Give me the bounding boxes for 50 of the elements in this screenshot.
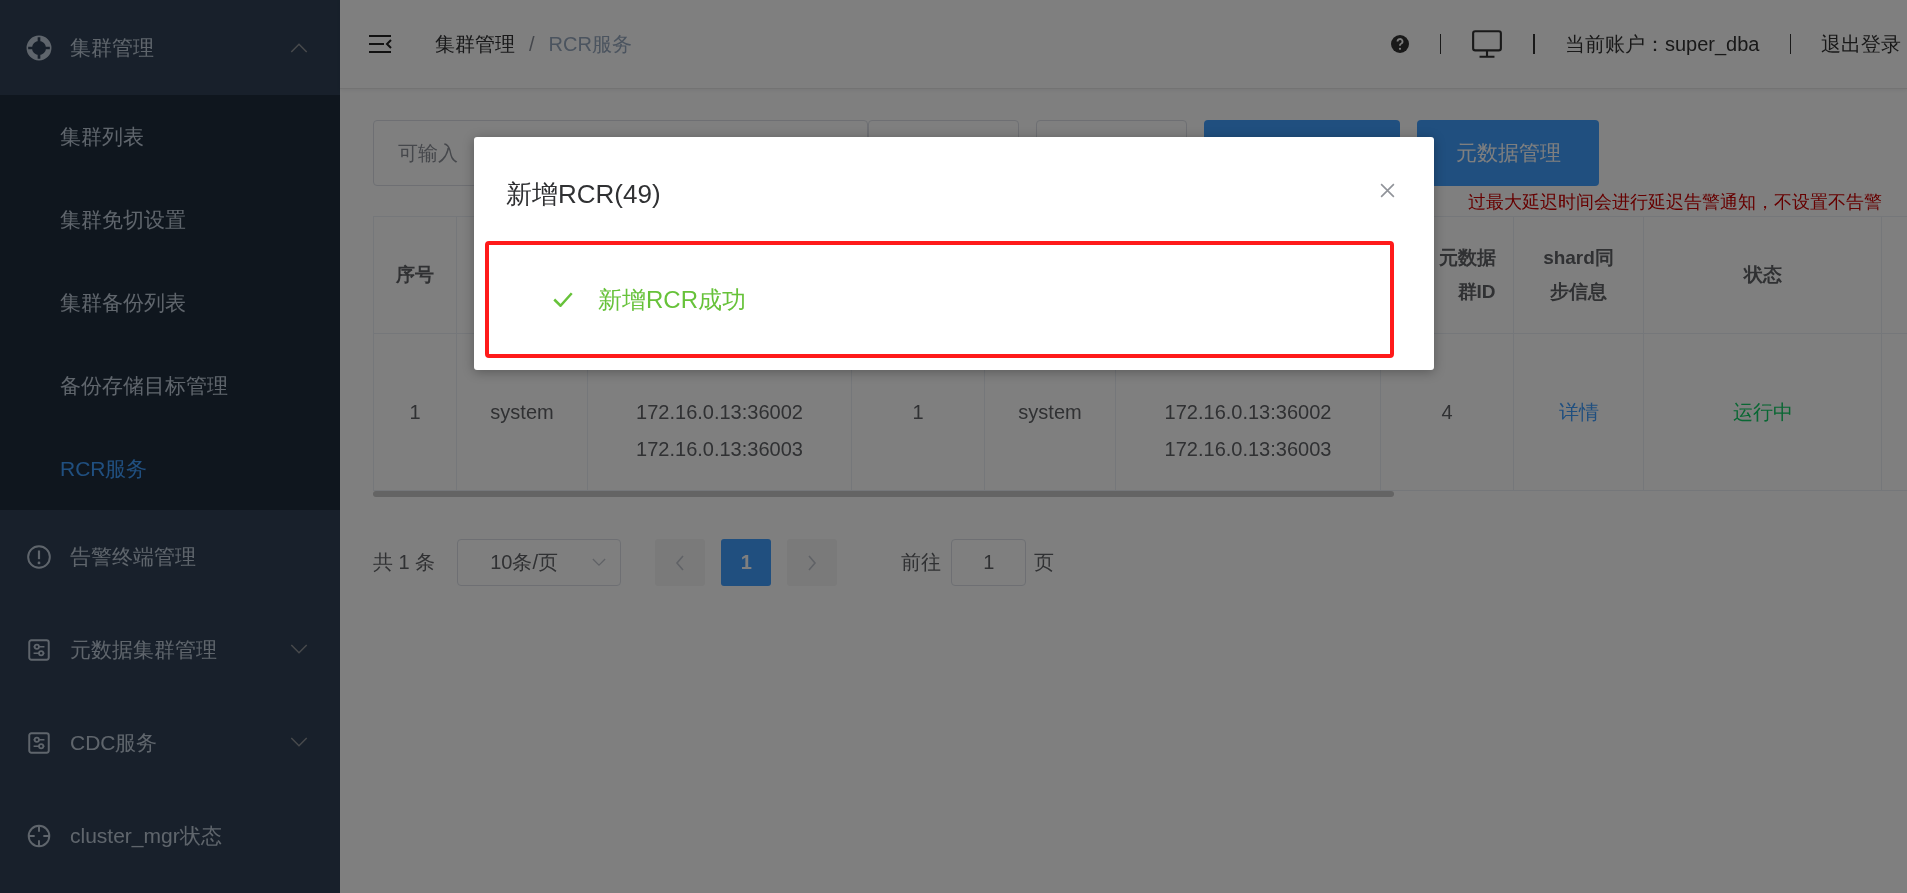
column-header: shard同 步信息 bbox=[1543, 246, 1614, 304]
table-cell: system bbox=[1018, 400, 1082, 424]
column-header: 状态 bbox=[1743, 263, 1782, 287]
column-header: 元数据 群ID bbox=[1438, 246, 1496, 304]
chevron-down-icon bbox=[592, 558, 607, 567]
breadcrumb-separator: / bbox=[529, 32, 535, 56]
menu-item[interactable]: 元数据集群管理 bbox=[0, 603, 340, 696]
warning-text: 过最大延迟时间会进行延迟告警通知，不设置不告警 bbox=[1468, 191, 1882, 214]
check-icon bbox=[553, 292, 573, 307]
alert-icon bbox=[26, 543, 52, 570]
success-message: 新增RCR成功 bbox=[598, 284, 746, 315]
menu-item[interactable]: 告警终端管理 bbox=[0, 510, 340, 603]
table-cell-text: 172.16.0.13:36002 172.16.0.13:36003 bbox=[1164, 399, 1332, 462]
sliders-icon bbox=[26, 729, 52, 756]
status-text: 运行中 bbox=[1732, 399, 1793, 425]
account-label: 当前账户：super_dba bbox=[1564, 31, 1760, 58]
submenu-item[interactable]: 集群列表 bbox=[0, 95, 340, 178]
table-cell: 1 bbox=[409, 400, 421, 424]
crosshair-icon bbox=[26, 822, 52, 849]
sliders-icon bbox=[26, 636, 52, 663]
menu-item[interactable]: cluster_mgr状态 bbox=[0, 789, 340, 882]
logout-link[interactable]: 退出登录 bbox=[1821, 30, 1901, 58]
chevron-right-icon bbox=[807, 554, 818, 571]
menu-item[interactable]: CDC服务 bbox=[0, 696, 340, 789]
column-header: 序号 bbox=[396, 263, 434, 287]
metadata-button[interactable]: 元数据管理 bbox=[1417, 120, 1599, 186]
dialog-title: 新增RCR(49) bbox=[506, 178, 661, 211]
submenu-item[interactable]: 备份存储目标管理 bbox=[0, 344, 340, 427]
chevron-left-icon bbox=[675, 554, 686, 571]
page-size-select[interactable]: 10条/页 bbox=[457, 539, 622, 586]
target-icon bbox=[26, 34, 52, 61]
total-count: 共 1 条 bbox=[373, 550, 436, 575]
table-cell-text: 172.16.0.13:36002 172.16.0.13:36003 bbox=[636, 399, 803, 462]
breadcrumb-link[interactable]: 集群管理 bbox=[435, 30, 515, 58]
menu-icon[interactable] bbox=[368, 34, 392, 54]
table-cell: system bbox=[490, 400, 554, 424]
submenu-item[interactable]: 集群备份列表 bbox=[0, 261, 340, 344]
page-button[interactable]: 1 bbox=[721, 539, 772, 586]
table-cell: 4 bbox=[1441, 400, 1453, 424]
submenu-item[interactable]: 集群免切设置 bbox=[0, 178, 340, 261]
page-unit-label: 页 bbox=[1034, 550, 1055, 575]
monitor-icon[interactable] bbox=[1471, 29, 1504, 59]
close-icon[interactable] bbox=[1379, 182, 1396, 199]
details-link[interactable]: 详情 bbox=[1558, 398, 1599, 426]
submenu-item[interactable]: RCR服务 bbox=[0, 427, 340, 510]
page-input[interactable]: 1 bbox=[951, 539, 1027, 586]
table-cell: 1 bbox=[912, 400, 924, 424]
help-icon[interactable] bbox=[1389, 34, 1410, 54]
goto-label: 前往 bbox=[901, 550, 942, 575]
menu-item[interactable]: 集群管理 bbox=[0, 0, 340, 95]
